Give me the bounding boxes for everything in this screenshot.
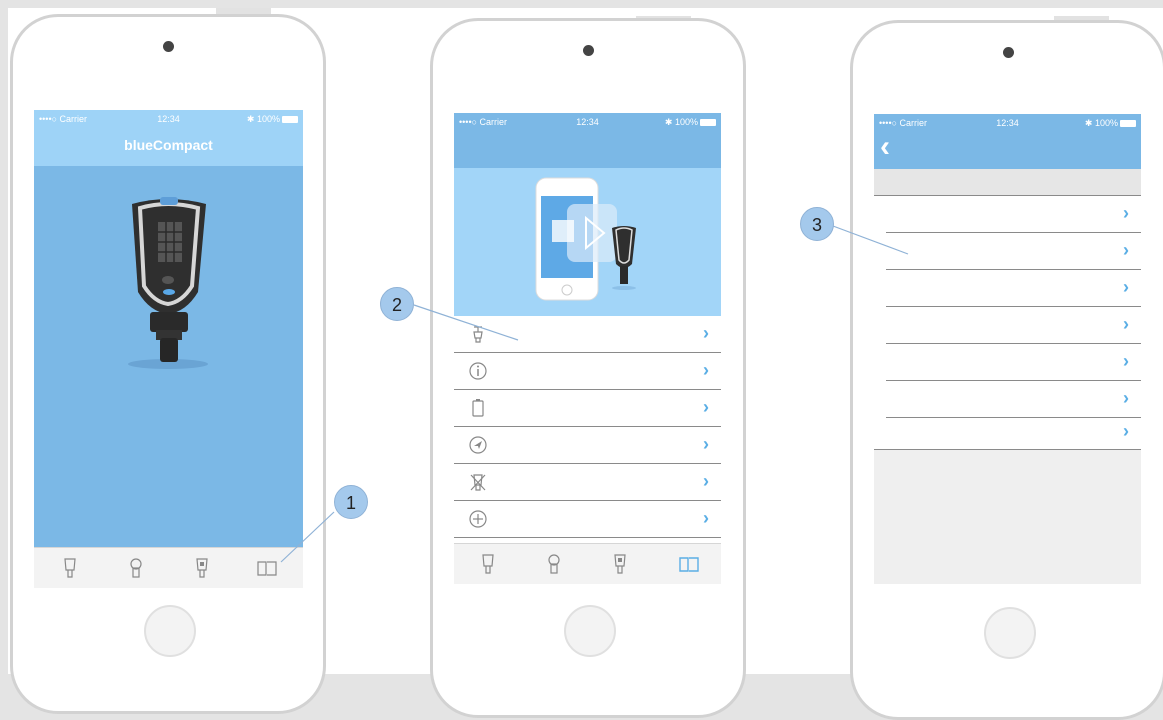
- cylinder-tab-icon[interactable]: [546, 553, 562, 575]
- transponder-tab-icon[interactable]: [612, 553, 628, 575]
- chevron-right-icon: ›: [1123, 351, 1129, 371]
- page-title: blueCompact: [124, 137, 213, 153]
- screen-3: ••••○ Carrier 12:34 ✱ 100% ‹ › › › › › ›…: [874, 114, 1141, 584]
- chevron-right-icon: ›: [703, 397, 709, 417]
- battery-icon: [472, 399, 484, 417]
- camera: [163, 41, 174, 52]
- callout-badge-1: 1: [334, 485, 368, 519]
- compass-icon: [469, 436, 487, 454]
- list-item-6[interactable]: ›: [886, 381, 1141, 418]
- reset-icon: [473, 326, 483, 343]
- callout-badge-2: 2: [380, 287, 414, 321]
- chevron-right-icon: ›: [1123, 421, 1129, 441]
- menu-row-6[interactable]: ›: [454, 501, 721, 538]
- battery-status: ✱ 100%: [1085, 114, 1136, 132]
- transponder-tab-icon[interactable]: [194, 557, 210, 579]
- screen-1: ••••○ Carrier 12:34 ✱ 100% blueCompact: [34, 110, 303, 588]
- list-item-2[interactable]: ›: [886, 233, 1141, 270]
- camera: [583, 45, 594, 56]
- battery-icon: [1120, 120, 1136, 128]
- list-item-5[interactable]: ›: [886, 344, 1141, 381]
- list-item-1[interactable]: ›: [886, 196, 1141, 233]
- chevron-right-icon: ›: [1123, 388, 1129, 408]
- delete-icon: [470, 474, 486, 491]
- screen-2: ••••○ Carrier 12:34 ✱ 100% › › › › › ›: [454, 113, 721, 584]
- chevron-right-icon: ›: [1123, 240, 1129, 260]
- book-tab-icon[interactable]: [678, 553, 700, 575]
- tab-bar: [454, 543, 721, 584]
- chevron-right-icon: ›: [703, 323, 709, 343]
- key-fob-image: [128, 197, 208, 369]
- menu-row-4[interactable]: ›: [454, 427, 721, 464]
- list-item-4[interactable]: ›: [886, 307, 1141, 344]
- tab-bar: [34, 547, 303, 588]
- battery-percent: 100%: [256, 114, 280, 124]
- callout-badge-3: 3: [800, 207, 834, 241]
- chevron-right-icon: ›: [1123, 314, 1129, 334]
- list-item-7[interactable]: ›: [874, 418, 1141, 448]
- menu-row-2[interactable]: ›: [454, 353, 721, 390]
- menu-row-5[interactable]: ›: [454, 464, 721, 501]
- phone-and-key-illustration: [535, 177, 636, 301]
- chevron-right-icon: ›: [703, 360, 709, 380]
- battery-icon: [282, 116, 298, 124]
- book-tab-icon[interactable]: [256, 557, 278, 579]
- battery-status: ✱ 100%: [665, 113, 716, 131]
- list-item-3[interactable]: ›: [886, 270, 1141, 307]
- home-button[interactable]: [984, 607, 1036, 659]
- status-bar: ••••○ Carrier 12:34 ✱ 100%: [34, 110, 303, 128]
- info-icon: [469, 362, 487, 380]
- camera: [1003, 47, 1014, 58]
- battery-percent: 100%: [674, 117, 698, 127]
- key-tab-icon[interactable]: [480, 553, 496, 575]
- menu-row-3[interactable]: ›: [454, 390, 721, 427]
- chevron-right-icon: ›: [1123, 277, 1129, 297]
- status-bar: ••••○ Carrier 12:34 ✱ 100%: [874, 114, 1141, 132]
- battery-percent: 100%: [1094, 118, 1118, 128]
- status-bar: ••••○ Carrier 12:34 ✱ 100%: [454, 113, 721, 131]
- list-container: › › › › › › ›: [874, 196, 1141, 450]
- chevron-right-icon: ›: [703, 471, 709, 491]
- chevron-right-icon: ›: [703, 508, 709, 528]
- section-header: [874, 169, 1141, 196]
- home-button[interactable]: [144, 605, 196, 657]
- home-button[interactable]: [564, 605, 616, 657]
- battery-status: ✱ 100%: [247, 110, 298, 128]
- key-tab-icon[interactable]: [62, 557, 78, 579]
- add-icon: [469, 510, 487, 528]
- hero-banner: [454, 168, 721, 316]
- battery-icon: [700, 119, 716, 127]
- chevron-right-icon: ›: [703, 434, 709, 454]
- cylinder-tab-icon[interactable]: [128, 557, 144, 579]
- back-chevron-icon[interactable]: ‹: [880, 132, 890, 162]
- menu-row-1[interactable]: ›: [454, 316, 721, 353]
- chevron-right-icon: ›: [1123, 203, 1129, 223]
